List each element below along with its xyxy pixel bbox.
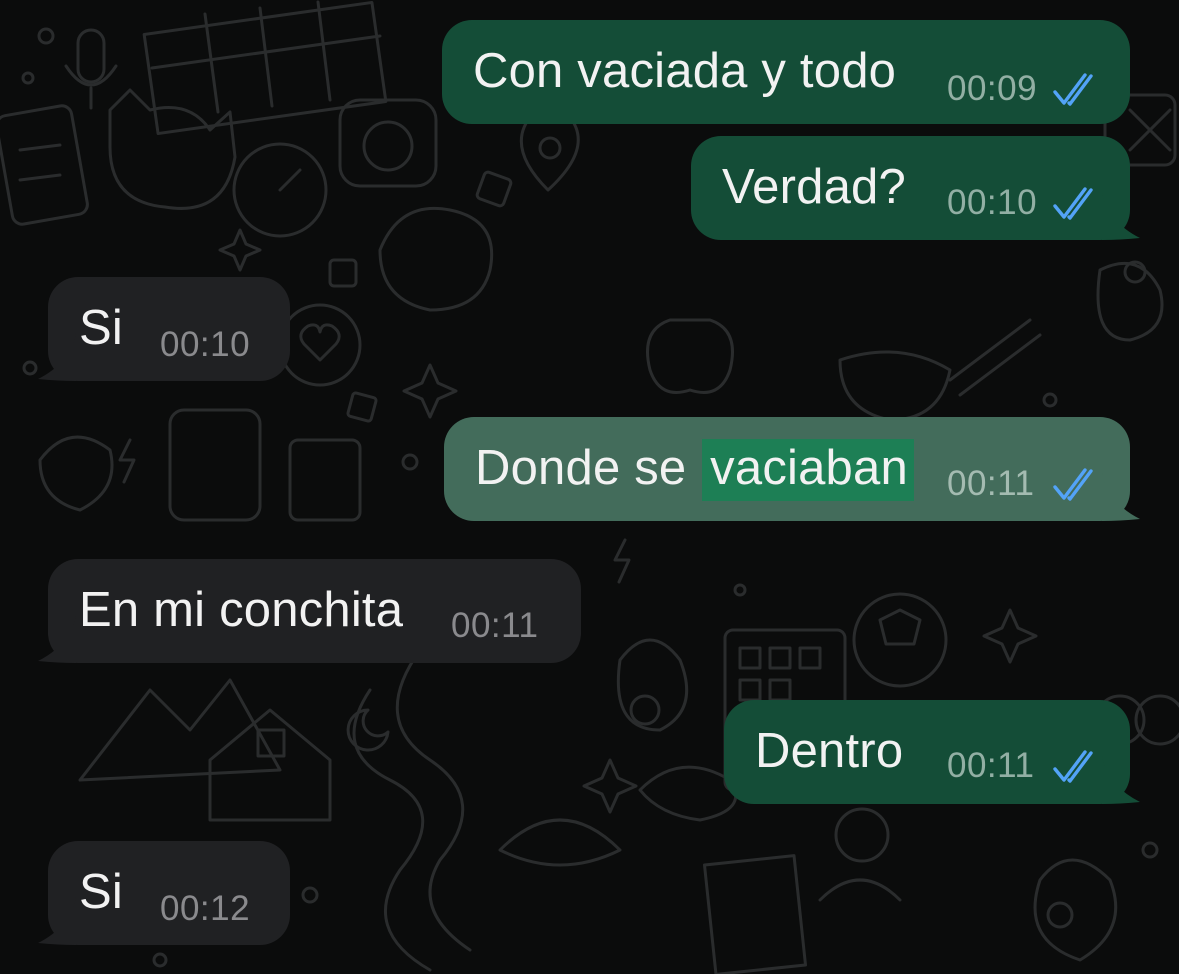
message-text: Con vaciada y todo	[473, 44, 897, 98]
double-check-icon	[1053, 187, 1093, 220]
message-outgoing-selected[interactable]: Donde se vaciaban 00:11	[444, 417, 1140, 521]
message-outgoing[interactable]: Con vaciada y todo 00:09	[442, 20, 1130, 124]
message-time: 00:11	[947, 746, 1035, 785]
message-text: Donde se vaciaban	[475, 439, 914, 501]
message-text: Si	[79, 301, 123, 355]
bubble-tail	[38, 333, 76, 381]
message-time: 00:12	[160, 889, 251, 928]
message-text: Verdad?	[722, 160, 906, 214]
bubble-tail	[1102, 192, 1140, 240]
message-text: Dentro	[755, 724, 904, 778]
message-time: 00:11	[451, 606, 539, 645]
message-text: En mi conchita	[79, 583, 404, 637]
message-outgoing[interactable]: Verdad? 00:10	[691, 136, 1140, 240]
double-check-icon	[1053, 468, 1093, 501]
message-time: 00:10	[160, 325, 251, 364]
message-text: Si	[79, 865, 123, 919]
bubble-tail	[38, 615, 76, 663]
message-text-plain: Donde se	[475, 441, 701, 495]
bubble-tail	[1102, 756, 1140, 804]
chat-view[interactable]: Con vaciada y todo 00:09 Verdad? 00:10 S…	[0, 0, 1179, 974]
double-check-icon	[1053, 73, 1093, 106]
message-incoming[interactable]: En mi conchita 00:11	[38, 559, 581, 663]
message-time: 00:11	[947, 464, 1035, 503]
double-check-icon	[1053, 750, 1093, 783]
message-incoming[interactable]: Si 00:12	[38, 841, 290, 945]
search-match-highlight: vaciaban	[702, 439, 914, 501]
bubble-tail	[38, 897, 76, 945]
bubble-tail	[1102, 473, 1140, 521]
message-outgoing[interactable]: Dentro 00:11	[724, 700, 1140, 804]
message-time: 00:09	[947, 69, 1038, 108]
message-time: 00:10	[947, 183, 1038, 222]
message-incoming[interactable]: Si 00:10	[38, 277, 290, 381]
